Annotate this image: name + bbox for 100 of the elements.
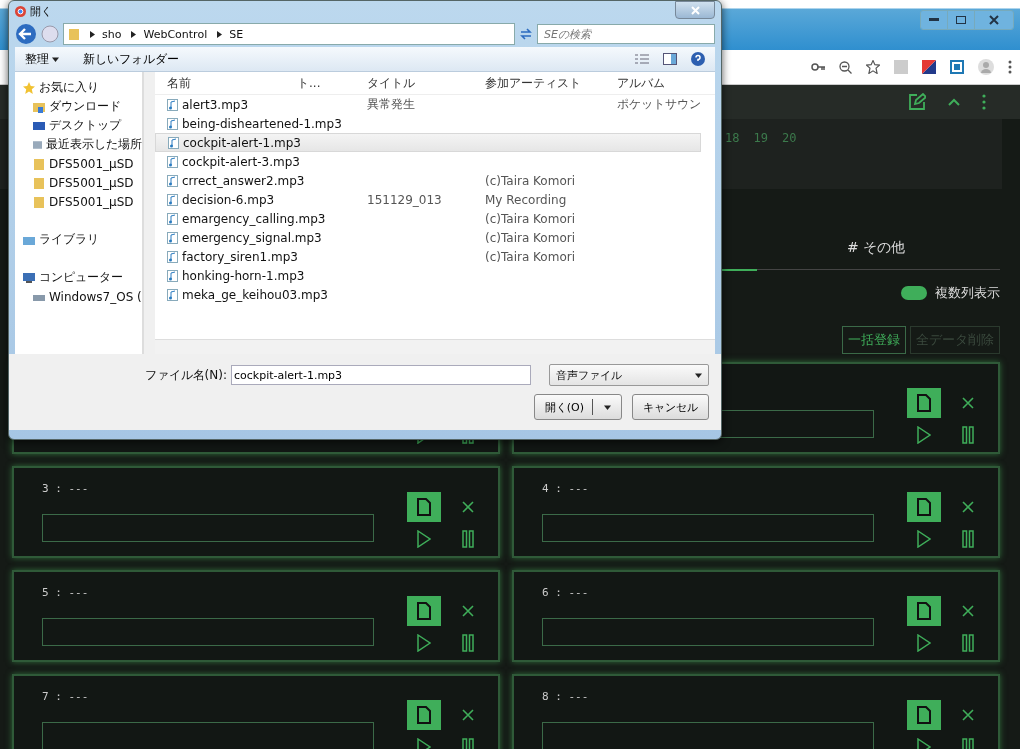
- file-button[interactable]: [907, 700, 941, 730]
- toolbar-button[interactable]: 新しいフォルダー: [83, 50, 179, 68]
- pause-icon[interactable]: [962, 634, 974, 652]
- key-icon[interactable]: [811, 63, 825, 71]
- close-icon[interactable]: [962, 397, 974, 409]
- pause-icon[interactable]: [462, 634, 474, 652]
- nav-item[interactable]: コンピューター: [39, 269, 123, 286]
- star-icon[interactable]: [866, 60, 880, 74]
- breadcrumb-item[interactable]: sho: [102, 27, 122, 41]
- action-button[interactable]: 一括登録: [842, 326, 906, 354]
- file-path-field[interactable]: [542, 514, 874, 542]
- file-name-field[interactable]: cockpit-alert-1.mp3: [231, 365, 531, 385]
- nav-item[interactable]: お気に入り: [39, 79, 99, 96]
- file-name[interactable]: cockpit-alert-1.mp3: [183, 135, 301, 150]
- file-button[interactable]: [907, 388, 941, 418]
- pause-icon[interactable]: [962, 426, 974, 444]
- column-header[interactable]: 参加アーティスト: [485, 74, 617, 92]
- file-name[interactable]: alert3.mp3: [182, 97, 249, 112]
- file-name[interactable]: crrect_answer2.mp3: [182, 173, 305, 188]
- close-icon[interactable]: [962, 501, 974, 513]
- column-header[interactable]: アルバム: [617, 74, 715, 92]
- dropdown-arrow-icon: [695, 371, 702, 379]
- nav-item[interactable]: ライブラリ: [39, 231, 99, 248]
- file-path-field[interactable]: [42, 722, 374, 749]
- play-icon[interactable]: [917, 530, 931, 548]
- scrollbar[interactable]: [143, 72, 155, 354]
- file-row[interactable]: honking-horn-1.mp3: [155, 266, 701, 285]
- nav-item[interactable]: 最近表示した場所: [46, 136, 142, 153]
- file-name[interactable]: factory_siren1.mp3: [182, 249, 298, 264]
- file-name[interactable]: honking-horn-1.mp3: [182, 268, 305, 283]
- refresh-icon[interactable]: [519, 27, 533, 41]
- file-button[interactable]: [907, 596, 941, 626]
- nav-item[interactable]: Windows7_OS (: [49, 289, 142, 304]
- file-name[interactable]: emargency_calling.mp3: [182, 211, 326, 226]
- file-button[interactable]: [407, 596, 441, 626]
- toggle-switch[interactable]: [901, 286, 927, 300]
- file-path-field[interactable]: [542, 618, 874, 646]
- nav-item[interactable]: DFS5001_μSD: [49, 175, 134, 190]
- close-icon[interactable]: [462, 605, 474, 617]
- pause-icon[interactable]: [962, 530, 974, 548]
- nav-item[interactable]: ダウンロード: [49, 98, 121, 115]
- nav-item[interactable]: DFS5001_μSD: [49, 194, 134, 209]
- dialog-button[interactable]: キャンセル: [632, 394, 709, 420]
- file-button[interactable]: [407, 492, 441, 522]
- close-icon[interactable]: [462, 709, 474, 721]
- file-button[interactable]: [407, 700, 441, 730]
- file-row[interactable]: cockpit-alert-3.mp3: [155, 152, 701, 171]
- column-header[interactable]: 名前: [167, 74, 297, 92]
- file-row[interactable]: factory_siren1.mp3 (c)Taira Komori: [155, 247, 701, 266]
- menu-icon[interactable]: [982, 94, 986, 110]
- address-bar[interactable]: sho WebControl SE: [63, 23, 515, 45]
- close-icon[interactable]: [962, 709, 974, 721]
- zoom-out-icon[interactable]: [839, 60, 852, 74]
- breadcrumb-item[interactable]: SE: [229, 27, 244, 41]
- file-row[interactable]: being-disheartened-1.mp3: [155, 114, 701, 133]
- file-row[interactable]: alert3.mp3 異常発生 ポケットサウン: [155, 95, 701, 114]
- nav-item[interactable]: DFS5001_μSD: [49, 156, 134, 171]
- file-type-dropdown[interactable]: 音声ファイル: [549, 364, 709, 386]
- extension-icon[interactable]: [922, 60, 936, 74]
- extension-icon[interactable]: [950, 60, 964, 74]
- search-field[interactable]: SEの検索: [537, 24, 715, 44]
- collapse-caret-icon[interactable]: [948, 98, 960, 106]
- file-name[interactable]: emergency_signal.mp3: [182, 230, 322, 245]
- breadcrumb-item[interactable]: WebControl: [143, 27, 208, 41]
- play-icon[interactable]: [417, 634, 431, 652]
- help-icon[interactable]: [691, 52, 705, 66]
- preview-pane-icon[interactable]: [663, 53, 677, 65]
- file-name[interactable]: decision-6.mp3: [182, 192, 275, 207]
- play-icon[interactable]: [417, 530, 431, 548]
- edit-icon[interactable]: [908, 93, 926, 111]
- file-row[interactable]: crrect_answer2.mp3 (c)Taira Komori: [155, 171, 701, 190]
- file-row[interactable]: emergency_signal.mp3 (c)Taira Komori: [155, 228, 701, 247]
- close-icon[interactable]: [962, 605, 974, 617]
- maximize-button[interactable]: [948, 11, 975, 29]
- file-button[interactable]: [907, 492, 941, 522]
- play-icon[interactable]: [917, 426, 931, 444]
- file-row[interactable]: cockpit-alert-1.mp3: [155, 133, 701, 152]
- file-path-field[interactable]: [42, 514, 374, 542]
- minimize-button[interactable]: [921, 11, 948, 29]
- file-row[interactable]: emargency_calling.mp3 (c)Taira Komori: [155, 209, 701, 228]
- document-icon: [916, 498, 932, 516]
- toolbar-button[interactable]: 整理: [25, 50, 59, 68]
- column-header[interactable]: タイトル: [367, 74, 485, 92]
- file-row[interactable]: meka_ge_keihou03.mp3: [155, 285, 701, 304]
- file-path-field[interactable]: [542, 722, 874, 749]
- file-name[interactable]: cockpit-alert-3.mp3: [182, 154, 300, 169]
- menu-icon[interactable]: [1008, 60, 1012, 74]
- file-row[interactable]: decision-6.mp3 151129_013 My Recording: [155, 190, 701, 209]
- tab[interactable]: # その他: [847, 239, 906, 269]
- file-name[interactable]: meka_ge_keihou03.mp3: [182, 287, 328, 302]
- nav-item[interactable]: デスクトップ: [49, 117, 121, 134]
- file-name[interactable]: being-disheartened-1.mp3: [182, 116, 342, 131]
- close-icon[interactable]: [462, 501, 474, 513]
- close-button[interactable]: [975, 11, 1013, 29]
- column-header[interactable]: ト...: [297, 74, 367, 92]
- close-button[interactable]: [675, 1, 715, 19]
- dialog-button[interactable]: 開く(O): [533, 394, 622, 420]
- play-icon[interactable]: [917, 634, 931, 652]
- pause-icon[interactable]: [462, 530, 474, 548]
- file-path-field[interactable]: [42, 618, 374, 646]
